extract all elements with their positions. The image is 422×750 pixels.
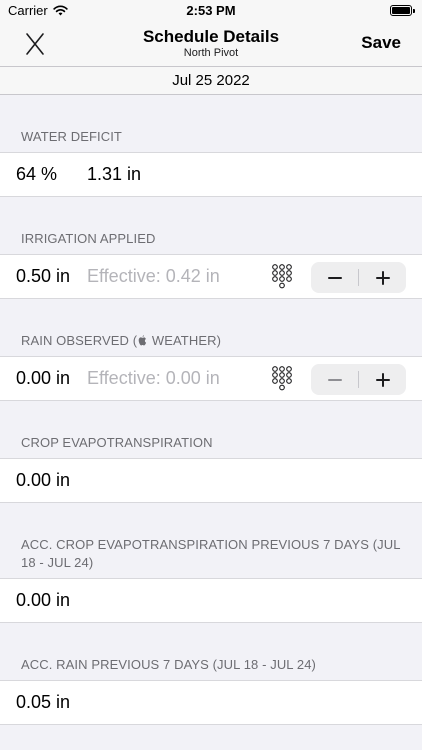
section-header-rain-observed: RAIN OBSERVED ( WEATHER) xyxy=(21,332,401,350)
status-bar: Carrier 2:53 PM xyxy=(0,0,422,22)
section-header-water-deficit: WATER DEFICIT xyxy=(21,129,122,144)
battery-icon xyxy=(390,5,415,16)
water-deficit-percent: 64 % xyxy=(16,164,58,184)
navigation-bar: Schedule Details North Pivot Save xyxy=(0,22,422,66)
irrigation-increment-button[interactable] xyxy=(359,262,406,293)
acc-rain-value: 0.05 in xyxy=(16,692,71,712)
acc-crop-et-value: 0.00 in xyxy=(16,590,71,610)
rain-observed-header-text: RAIN OBSERVED ( xyxy=(21,333,138,348)
irrigation-effective-value: Effective: 0.42 in xyxy=(87,266,220,286)
acc-crop-et-row: 0.00 in xyxy=(0,578,422,623)
rain-observed-row: 0.00 in Effective: 0.00 in xyxy=(0,356,422,401)
rain-increment-button[interactable] xyxy=(359,364,406,395)
rain-observed-header-suffix: WEATHER) xyxy=(148,333,222,348)
acc-rain-row: 0.05 in xyxy=(0,680,422,725)
date-header: Jul 25 2022 xyxy=(0,66,422,95)
nav-title-group: Schedule Details North Pivot xyxy=(0,27,422,60)
rain-effective-value: Effective: 0.00 in xyxy=(87,368,220,388)
plus-icon-vertical xyxy=(382,270,384,285)
save-button[interactable]: Save xyxy=(361,33,401,53)
minus-icon xyxy=(328,277,342,279)
section-header-acc-crop-et: ACC. CROP EVAPOTRANSPIRATION PREVIOUS 7 … xyxy=(21,537,401,570)
irrigation-decrement-button[interactable] xyxy=(311,262,358,293)
irrigation-applied-row: 0.50 in Effective: 0.42 in xyxy=(0,254,422,299)
keypad-icon[interactable] xyxy=(270,264,294,290)
section-header-acc-rain: ACC. RAIN PREVIOUS 7 DAYS (JUL 18 - JUL … xyxy=(21,657,316,672)
rain-observed-value[interactable]: 0.00 in xyxy=(16,357,70,400)
rain-stepper xyxy=(311,364,406,395)
minus-icon xyxy=(328,379,342,381)
water-deficit-row: 64 % 1.31 in xyxy=(0,152,422,197)
section-header-irrigation-applied: IRRIGATION APPLIED xyxy=(21,231,156,246)
status-time: 2:53 PM xyxy=(186,3,236,18)
keypad-icon[interactable] xyxy=(270,366,294,392)
page-subtitle: North Pivot xyxy=(183,47,239,59)
crop-et-row: 0.00 in xyxy=(0,458,422,503)
page-title: Schedule Details xyxy=(142,27,280,46)
apple-logo-icon xyxy=(138,335,147,346)
rain-decrement-button[interactable] xyxy=(311,364,358,395)
water-deficit-inches: 1.31 in xyxy=(87,164,142,184)
irrigation-stepper xyxy=(311,262,406,293)
plus-icon-vertical xyxy=(382,372,384,387)
crop-et-value: 0.00 in xyxy=(16,470,71,490)
section-header-crop-et: CROP EVAPOTRANSPIRATION xyxy=(21,435,213,450)
irrigation-applied-value[interactable]: 0.50 in xyxy=(16,255,70,298)
